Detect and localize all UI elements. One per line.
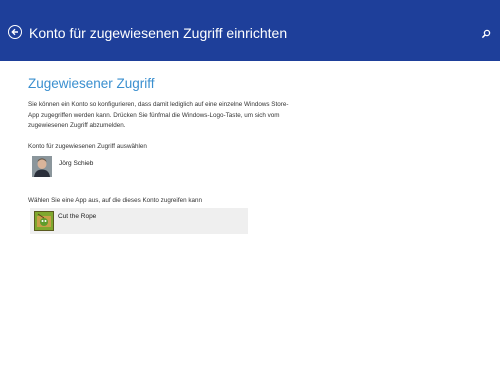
page-title: Konto für zugewiesenen Zugriff einrichte… xyxy=(29,25,288,41)
description-line: Sie können ein Konto so konfigurieren, d… xyxy=(28,101,289,108)
back-arrow-icon[interactable] xyxy=(8,25,22,39)
description-line: zugewiesenen Zugriff abzumelden. xyxy=(28,122,126,129)
avatar xyxy=(32,156,52,177)
app-selector[interactable]: Cut the Rope xyxy=(30,208,248,234)
app-name: Cut the Rope xyxy=(58,213,97,220)
description-text: Sie können ein Konto so konfigurieren, d… xyxy=(28,100,298,132)
account-selector[interactable]: Jörg Schieb xyxy=(32,156,152,178)
app-label: Wählen Sie eine App aus, auf die dieses … xyxy=(28,197,202,204)
account-label: Konto für zugewiesenen Zugriff auswählen xyxy=(28,143,147,150)
search-icon[interactable] xyxy=(480,27,492,39)
header-bar: Konto für zugewiesenen Zugriff einrichte… xyxy=(0,0,500,61)
section-title: Zugewiesener Zugriff xyxy=(28,76,155,91)
account-name: Jörg Schieb xyxy=(59,160,94,167)
cut-the-rope-app-icon xyxy=(34,211,54,231)
description-line: App zugegriffen werden kann. Drücken Sie… xyxy=(28,111,280,119)
